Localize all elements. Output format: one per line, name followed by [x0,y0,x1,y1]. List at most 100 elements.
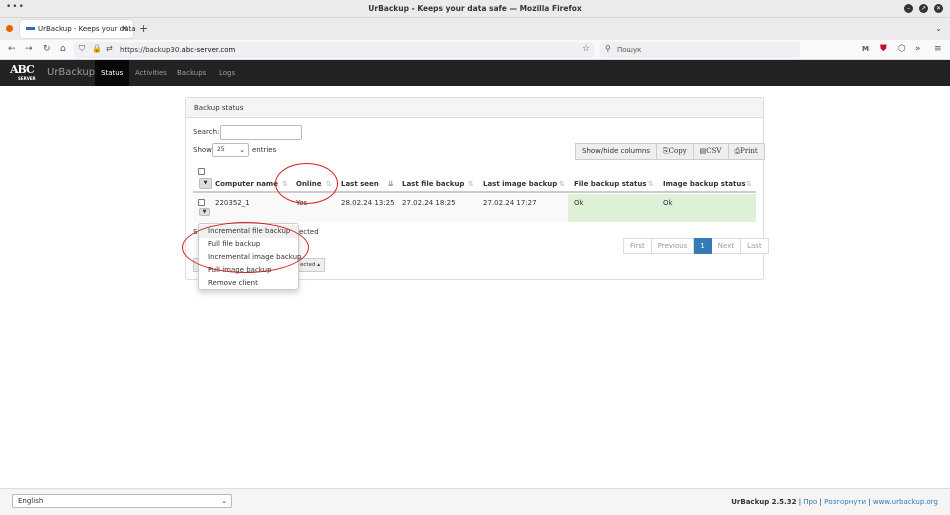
sort-desc-icon[interactable]: ⇊ [388,180,394,188]
selected-action-label: ected [300,262,316,268]
entries-label: entries [252,146,277,154]
cell-last-file-backup: 27.02.24 18:25 [402,199,456,207]
gmail-icon[interactable]: M [862,45,869,53]
search-bar[interactable]: ⚲ Пошук [600,42,800,58]
footer-links: UrBackup 2.5.32 | Про | Розгорнути | www… [731,498,938,506]
footer-separator: | [819,498,822,506]
show-label: Show [193,146,212,154]
th-last-file-backup[interactable]: Last file backup [402,180,464,188]
cell-last-image-backup: 27.02.24 17:27 [483,199,537,207]
sort-icon[interactable]: ⇅ [559,180,565,188]
page-current[interactable]: 1 [694,238,712,254]
sort-icon[interactable]: ⇅ [746,180,752,188]
browser-tabbar: UrBackup - Keeps your data ✕ + ⌄ [0,18,950,40]
browser-tab-active[interactable]: UrBackup - Keeps your data ✕ [20,20,136,38]
close-window-icon[interactable]: ✕ [934,4,943,13]
nav-logs[interactable]: Logs [213,60,241,86]
overflow-menu-icon[interactable]: » [915,44,921,54]
cell-computer-name: 220352_1 [215,199,250,207]
search-icon: ⚲ [605,44,611,53]
page-last[interactable]: Last [741,238,769,254]
page-next[interactable]: Next [711,238,742,254]
cell-image-backup-status: Ok [663,199,673,207]
tab-favicon-icon [26,27,35,30]
th-last-seen[interactable]: Last seen [341,180,379,188]
url-text[interactable]: https://backup30.abc-server.com [120,46,235,54]
browser-toolbar: ← → ↻ ⌂ ⛉ 🔒 ⇄ https://backup30.abc-serve… [0,40,950,60]
lock-icon[interactable]: 🔒 [92,44,102,53]
entries-per-page-select[interactable]: 25 ⌄ [212,143,249,157]
page-previous[interactable]: Previous [651,238,695,254]
maximize-icon[interactable]: ↗ [919,4,928,13]
print-label: Print [740,147,758,155]
table-info-text: S [193,228,198,236]
th-computer-name[interactable]: Computer name [215,180,278,188]
nav-backups[interactable]: Backups [171,60,212,86]
page-footer: English ⌄ UrBackup 2.5.32 | Про | Розгор… [0,488,950,515]
bookmark-star-icon[interactable]: ☆ [582,44,590,54]
csv-label: CSV [706,147,722,155]
url-prefix: https://backup30. [120,46,182,54]
page-first[interactable]: First [623,238,652,254]
home-icon[interactable]: ⌂ [60,44,66,54]
about-link[interactable]: Про [803,498,817,506]
list-tabs-icon[interactable]: ⌄ [935,24,942,33]
forward-icon[interactable]: → [25,44,33,54]
th-last-image-backup[interactable]: Last image backup [483,180,557,188]
url-host: abc-server.com [181,46,236,54]
copy-button[interactable]: ⎘Copy [657,143,694,160]
minimize-icon[interactable]: – [904,4,913,13]
sort-icon[interactable]: ⇅ [468,180,474,188]
sort-icon[interactable]: ⇅ [282,180,288,188]
menu-item-full-image-backup[interactable]: Full image backup [199,264,298,277]
website-link[interactable]: www.urbackup.org [873,498,938,506]
hamburger-menu-icon[interactable]: ≡ [934,44,942,54]
firefox-view-icon[interactable] [6,25,13,32]
pagination: First Previous 1 Next Last [623,238,769,254]
th-file-backup-status[interactable]: File backup status [574,180,646,188]
search-label: Search: [193,128,220,136]
row-actions-dropdown-toggle[interactable]: ▼ [199,208,210,216]
reload-icon[interactable]: ↻ [43,44,51,54]
version-text: UrBackup 2.5.32 [731,498,797,506]
new-tab-icon[interactable]: + [139,22,148,35]
tab-close-icon[interactable]: ✕ [121,24,128,33]
selected-info-text: ected [299,228,319,236]
develop-link[interactable]: Розгорнути [824,498,866,506]
shield-icon[interactable]: ⛉ [79,44,85,54]
logo-text: ABC [10,63,35,76]
table-search-input[interactable] [220,125,302,140]
address-bar[interactable]: ⛉ 🔒 ⇄ https://backup30.abc-server.com ☆ [74,42,594,58]
th-online[interactable]: Online [296,180,321,188]
menu-item-remove-client[interactable]: Remove client [199,277,298,290]
extensions-icon[interactable]: ⬡ [898,44,906,54]
sort-icon[interactable]: ⇅ [326,180,332,188]
permissions-icon[interactable]: ⇄ [106,44,113,53]
select-all-checkbox[interactable] [198,168,205,175]
ublock-icon[interactable]: ⛊ [880,44,887,54]
back-icon[interactable]: ← [8,44,16,54]
menu-item-incremental-image-backup[interactable]: Incremental image backup [199,251,301,264]
show-hide-columns-button[interactable]: Show/hide columns [575,143,658,160]
nav-status[interactable]: Status [95,60,130,86]
sort-icon[interactable]: ⇅ [648,180,654,188]
cell-file-backup-status: Ok [574,199,584,207]
row-checkbox[interactable] [198,199,205,206]
print-button[interactable]: ⎙Print [728,143,765,160]
copy-label: Copy [668,147,687,155]
cell-online: Yes [296,199,308,207]
th-image-backup-status[interactable]: Image backup status [663,180,746,188]
logo-subtext: SERVER [18,76,36,81]
csv-button[interactable]: ▤CSV [693,143,729,160]
language-select[interactable]: English ⌄ [12,494,232,508]
search-placeholder: Пошук [617,46,642,54]
table-row[interactable]: 220352_1 Yes 28.02.24 13:25 27.02.24 18:… [193,194,756,222]
bulk-actions-dropdown-toggle[interactable]: ▼ [199,178,212,189]
nav-activities[interactable]: Activities [129,60,173,86]
menu-item-full-file-backup[interactable]: Full file backup [199,238,298,251]
menu-item-incremental-file-backup[interactable]: Incremental file backup [199,225,298,238]
window-title: UrBackup - Keeps your data safe — Mozill… [368,4,582,13]
row-actions-menu: Incremental file backup Full file backup… [198,223,301,290]
abc-server-logo[interactable]: ABC SERVER [10,63,42,82]
app-brand[interactable]: UrBackup [47,67,95,78]
